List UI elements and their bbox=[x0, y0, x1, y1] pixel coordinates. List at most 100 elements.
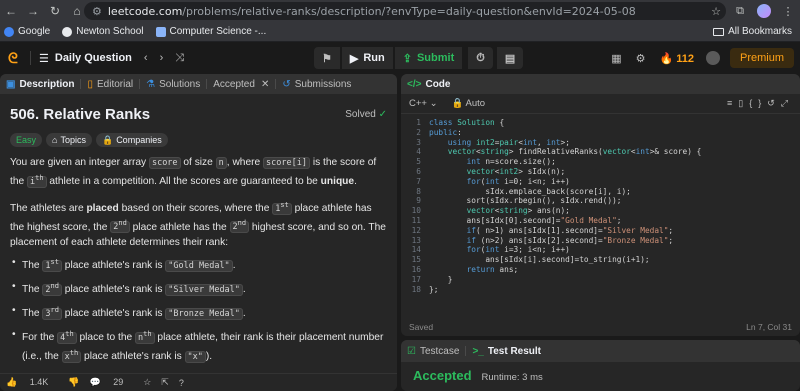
premium-button[interactable]: Premium bbox=[729, 48, 794, 68]
chevron-down-icon: ⌄ bbox=[429, 98, 438, 109]
list-item: For the 4th place to the nth place athle… bbox=[10, 327, 387, 365]
extensions-icon[interactable]: ⧉ bbox=[728, 0, 752, 22]
problem-description: 506. Relative Ranks Solved ✓ Easy ⌂ Topic… bbox=[0, 94, 397, 391]
expand-icon[interactable]: ⤢ bbox=[781, 98, 794, 108]
next-problem-icon[interactable]: › bbox=[160, 52, 164, 64]
like-button[interactable]: 👍 1.4K bbox=[6, 377, 58, 388]
description-icon: ▣ bbox=[6, 78, 16, 90]
submissions-icon: ↺ bbox=[282, 78, 291, 90]
tab-accepted[interactable]: Accepted ✕ bbox=[207, 79, 275, 90]
favorite-star-icon[interactable]: ☆ bbox=[143, 377, 151, 388]
bookmark-google[interactable]: Google bbox=[4, 26, 50, 37]
code-panel-header: </> Code bbox=[401, 74, 800, 94]
help-icon[interactable]: ? bbox=[179, 378, 184, 388]
tab-description[interactable]: ▣ Description bbox=[0, 79, 80, 90]
description-panel: ▣ Description ▯ Editorial ⚗ Solutions Accep… bbox=[0, 74, 397, 391]
verdict-label: Accepted bbox=[413, 368, 472, 383]
result-tabs: ☑ Testcase >_ Test Result bbox=[401, 340, 800, 362]
google-icon bbox=[4, 26, 14, 37]
problem-tags: Easy ⌂ Topics 🔒 Companies bbox=[10, 133, 387, 147]
language-select[interactable]: C++ ⌄ bbox=[409, 98, 438, 109]
comments-button[interactable]: 💬 29 bbox=[89, 377, 133, 388]
bookmark-star-icon[interactable]: ☆ bbox=[704, 0, 728, 22]
streak-counter[interactable]: 🔥 112 bbox=[659, 52, 694, 65]
checkbox-icon: ☑ bbox=[407, 345, 416, 357]
reset-icon[interactable]: ↺ bbox=[767, 98, 781, 108]
folder-icon bbox=[713, 27, 725, 36]
code-icon: </> bbox=[407, 78, 422, 90]
tab-submissions[interactable]: ↺ Submissions bbox=[276, 79, 357, 90]
description-footer: 👍 1.4K 👎 💬 29 ☆ ⇱ ? bbox=[0, 373, 397, 391]
tab-editorial[interactable]: ▯ Editorial bbox=[81, 79, 139, 90]
format-icon[interactable]: ≡ bbox=[727, 98, 738, 108]
all-bookmarks[interactable]: All Bookmarks bbox=[713, 26, 792, 37]
code-panel: </> Code C++ ⌄ 🔒 Auto ≡▯{}↺⤢ 1 class Solu… bbox=[401, 74, 800, 336]
tab-testcase[interactable]: ☑ Testcase bbox=[401, 346, 465, 357]
save-status: Saved bbox=[409, 322, 434, 332]
code-panel-title: Code bbox=[425, 78, 451, 90]
address-bar[interactable]: ⚙ leetcode.com/problems/relative-ranks/d… bbox=[84, 2, 726, 20]
description-tabs: ▣ Description ▯ Editorial ⚗ Solutions Accep… bbox=[0, 74, 397, 94]
run-button[interactable]: ▶ Run bbox=[341, 47, 393, 69]
submit-button[interactable]: ⇪ Submit bbox=[394, 47, 463, 69]
editor-toolbar: C++ ⌄ 🔒 Auto ≡▯{}↺⤢ bbox=[401, 94, 800, 114]
layout-icon[interactable]: ▦ bbox=[611, 52, 621, 65]
forward-icon[interactable]: → bbox=[22, 0, 44, 22]
reload-icon[interactable]: ↻ bbox=[44, 0, 66, 22]
cursor-position: Ln 7, Col 31 bbox=[746, 322, 792, 332]
tab-test-result[interactable]: >_ Test Result bbox=[466, 346, 547, 357]
bookmark-icon[interactable]: ▯ bbox=[738, 98, 749, 108]
statement-paragraph-2: The athletes are placed based on their s… bbox=[10, 200, 386, 249]
tag-icon: ⌂ bbox=[52, 135, 58, 145]
leetcode-logo-icon[interactable]: ᘓ bbox=[8, 50, 22, 66]
browser-toolbar: ← → ↻ ⌂ ⚙ leetcode.com/problems/relative… bbox=[0, 0, 800, 22]
list-item: The 1st place athlete's rank is "Gold Me… bbox=[10, 255, 387, 274]
lock-icon: 🔒 bbox=[451, 98, 464, 109]
timer-icon[interactable]: ⏱ bbox=[468, 47, 493, 69]
list-item: The 3rd place athlete's rank is "Bronze … bbox=[10, 303, 387, 322]
debug-icon[interactable]: ⚑ bbox=[314, 47, 340, 69]
share-icon[interactable]: ⇱ bbox=[161, 377, 169, 388]
topics-chip[interactable]: ⌂ Topics bbox=[46, 133, 92, 147]
leetcode-navbar: ᘓ ☰ Daily Question ‹ › ⤨ ⚑ ▶ Run ⇪ Submit … bbox=[0, 42, 800, 74]
code-editor[interactable]: 1 class Solution { 2 public: 3 using int2=… bbox=[401, 114, 800, 294]
tab-solutions[interactable]: ⚗ Solutions bbox=[140, 79, 206, 90]
bookmarks-bar: Google Newton School Computer Science -.… bbox=[0, 22, 800, 42]
user-avatar[interactable] bbox=[705, 51, 720, 65]
result-panel: ☑ Testcase >_ Test Result Accepted Runtime… bbox=[401, 340, 800, 391]
comment-icon: 💬 bbox=[89, 377, 101, 387]
auto-mode[interactable]: 🔒 Auto bbox=[452, 98, 486, 109]
browser-menu-icon[interactable]: ⋮ bbox=[776, 0, 800, 22]
difficulty-badge: Easy bbox=[10, 133, 43, 147]
dislike-icon[interactable]: 👎 bbox=[68, 377, 79, 388]
editor-actions: ≡▯{}↺⤢ bbox=[727, 98, 794, 109]
list-item: The 2nd place athlete's rank is "Silver … bbox=[10, 279, 387, 298]
divider bbox=[30, 51, 31, 65]
editor-status-bar: Saved Ln 7, Col 31 bbox=[401, 318, 800, 336]
fire-icon: 🔥 bbox=[659, 52, 674, 65]
shuffle-icon[interactable]: ⤨ bbox=[175, 52, 184, 65]
back-icon[interactable]: ← bbox=[0, 0, 22, 22]
profile-avatar[interactable] bbox=[752, 0, 776, 22]
url-path: /problems/relative-ranks/description/?en… bbox=[182, 4, 636, 18]
problem-title[interactable]: 506. Relative Ranks bbox=[10, 106, 150, 123]
runtime-label: Runtime: 3 ms bbox=[481, 372, 543, 383]
cloud-upload-icon: ⇪ bbox=[402, 52, 412, 65]
close-tab-icon[interactable]: ✕ bbox=[261, 79, 269, 90]
editorial-icon: ▯ bbox=[87, 78, 93, 90]
site-info-icon[interactable]: ⚙ bbox=[92, 5, 102, 18]
bookmark-newton-school[interactable]: Newton School bbox=[62, 26, 144, 37]
settings-gear-icon[interactable]: ⚙ bbox=[636, 52, 646, 65]
solved-status: Solved ✓ bbox=[345, 109, 387, 120]
braces-icon[interactable]: {} bbox=[749, 98, 767, 108]
daily-question-label[interactable]: Daily Question bbox=[55, 52, 132, 64]
statement-paragraph-1: You are given an integer array score of … bbox=[10, 157, 377, 188]
problem-list-icon[interactable]: ☰ bbox=[39, 52, 49, 65]
prev-problem-icon[interactable]: ‹ bbox=[144, 52, 148, 64]
companies-chip[interactable]: 🔒 Companies bbox=[95, 133, 168, 147]
bookmark-computer-science[interactable]: Computer Science -... bbox=[155, 26, 266, 37]
solutions-icon: ⚗ bbox=[146, 78, 156, 90]
rank-rules-list: The 1st place athlete's rank is "Gold Me… bbox=[10, 255, 387, 364]
check-circle-icon: ✓ bbox=[378, 109, 387, 120]
notes-icon[interactable]: ▤ bbox=[496, 47, 524, 69]
